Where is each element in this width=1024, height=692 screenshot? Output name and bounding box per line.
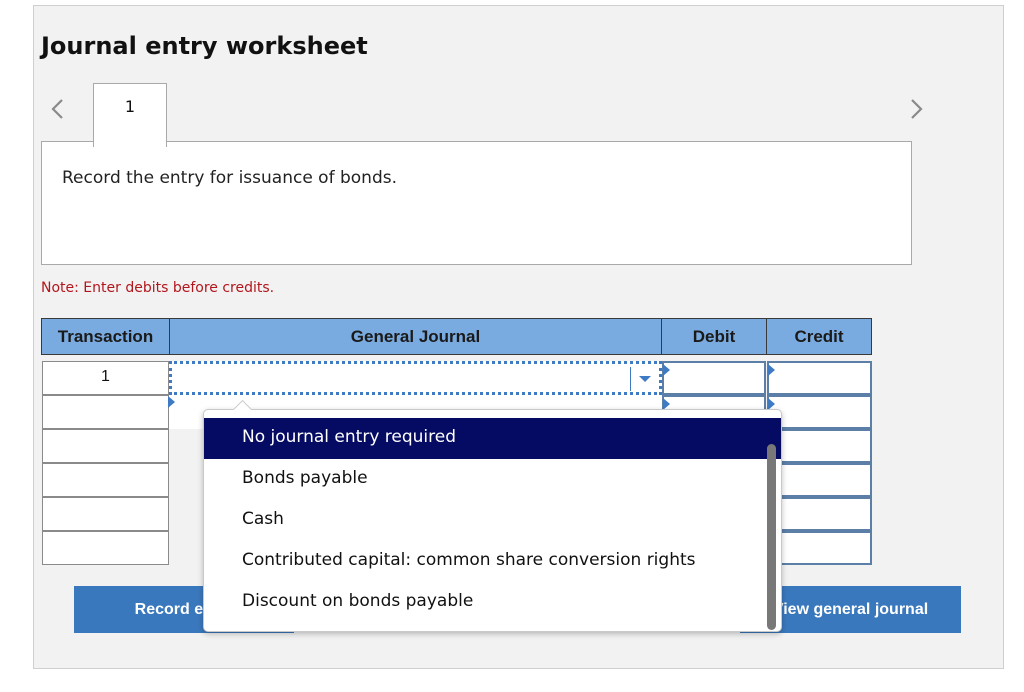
page-title: Journal entry worksheet [41,32,368,60]
account-dropdown-list[interactable]: No journal entry required Bonds payable … [203,409,782,632]
transaction-cell [42,497,169,531]
dropdown-option[interactable]: No journal entry required [204,418,781,459]
credit-input[interactable] [767,395,872,429]
dropdown-toggle[interactable] [630,367,656,391]
dropdown-option[interactable]: Discount on bonds payable [204,582,781,623]
chevron-left-icon [51,99,63,119]
dropdown-option[interactable]: Contributed capital: common share conver… [204,541,781,582]
dropdown-option[interactable]: Cash [204,500,781,541]
tab-1[interactable]: 1 [93,83,167,147]
transaction-cell [42,395,169,429]
credit-input[interactable] [767,531,872,565]
prompt-box: Record the entry for issuance of bonds. [41,141,912,265]
cell-marker-icon [663,364,670,376]
header-debit: Debit [661,318,767,355]
transaction-cell [42,531,169,565]
credit-input[interactable] [767,463,872,497]
transaction-cell: 1 [42,361,169,395]
note-text: Note: Enter debits before credits. [41,280,275,296]
credit-input[interactable] [767,361,872,395]
chevron-right-icon [911,99,923,119]
credit-input[interactable] [767,429,872,463]
account-select[interactable] [169,361,662,395]
header-credit: Credit [766,318,872,355]
header-general-journal: General Journal [169,318,662,355]
dropdown-pointer [232,398,252,410]
next-button[interactable] [905,92,929,122]
debit-input[interactable] [662,361,766,395]
prompt-text: Record the entry for issuance of bonds. [62,168,397,188]
transaction-cell [42,429,169,463]
cell-marker-icon [768,364,775,376]
caret-down-icon [639,376,651,382]
cell-marker-icon [168,396,175,408]
dropdown-option[interactable]: Bonds payable [204,459,781,500]
transaction-cell [42,463,169,497]
header-transaction: Transaction [41,318,170,355]
dropdown-scrollbar[interactable] [767,444,776,630]
credit-input[interactable] [767,497,872,531]
prev-button[interactable] [45,92,69,122]
